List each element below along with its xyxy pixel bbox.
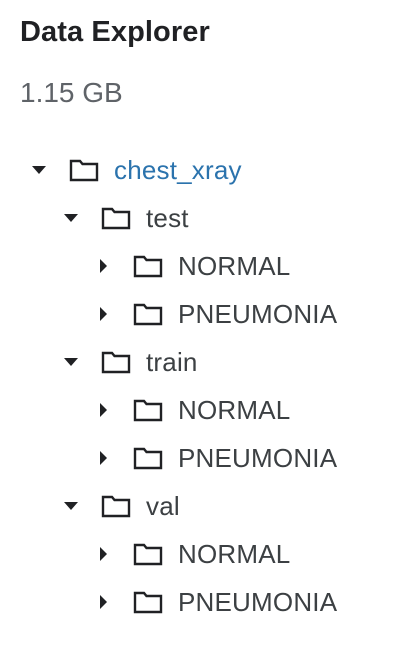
caret-right-icon[interactable] (92, 543, 114, 565)
tree-node-label[interactable]: NORMAL (178, 395, 290, 426)
tree-node-train-pneumonia[interactable]: PNEUMONIA (92, 438, 337, 478)
tree-node-label[interactable]: PNEUMONIA (178, 299, 337, 330)
tree-node-label[interactable]: train (146, 347, 198, 378)
tree-node-label[interactable]: PNEUMONIA (178, 443, 337, 474)
caret-right-icon[interactable] (92, 303, 114, 325)
tree-node-val-normal[interactable]: NORMAL (92, 534, 290, 574)
folder-icon (132, 300, 164, 328)
tree-node-val[interactable]: val (60, 486, 180, 526)
folder-icon (132, 396, 164, 424)
tree-node-label[interactable]: NORMAL (178, 539, 290, 570)
caret-down-icon[interactable] (60, 351, 82, 373)
tree-node-train[interactable]: train (60, 342, 198, 382)
folder-icon (100, 492, 132, 520)
caret-down-icon[interactable] (60, 207, 82, 229)
tree-node-chest-xray[interactable]: chest_xray (28, 150, 242, 190)
tree-node-label[interactable]: test (146, 203, 189, 234)
panel-title: Data Explorer (20, 16, 210, 48)
tree-node-train-normal[interactable]: NORMAL (92, 390, 290, 430)
dataset-size: 1.15 GB (20, 77, 123, 108)
data-explorer-panel: Data Explorer 1.15 GB chest_xray test NO… (0, 0, 412, 658)
tree-node-test[interactable]: test (60, 198, 189, 238)
tree-node-label[interactable]: val (146, 491, 180, 522)
folder-icon (132, 540, 164, 568)
caret-right-icon[interactable] (92, 255, 114, 277)
caret-down-icon[interactable] (60, 495, 82, 517)
caret-right-icon[interactable] (92, 399, 114, 421)
caret-right-icon[interactable] (92, 447, 114, 469)
caret-right-icon[interactable] (92, 591, 114, 613)
tree-node-test-pneumonia[interactable]: PNEUMONIA (92, 294, 337, 334)
folder-icon (100, 348, 132, 376)
folder-icon (132, 588, 164, 616)
folder-icon (100, 204, 132, 232)
tree-node-label[interactable]: PNEUMONIA (178, 587, 337, 618)
caret-down-icon[interactable] (28, 159, 50, 181)
folder-icon (132, 252, 164, 280)
tree-node-test-normal[interactable]: NORMAL (92, 246, 290, 286)
folder-icon (68, 156, 100, 184)
tree-node-label[interactable]: NORMAL (178, 251, 290, 282)
tree-node-label[interactable]: chest_xray (114, 155, 242, 186)
tree-node-val-pneumonia[interactable]: PNEUMONIA (92, 582, 337, 622)
folder-icon (132, 444, 164, 472)
